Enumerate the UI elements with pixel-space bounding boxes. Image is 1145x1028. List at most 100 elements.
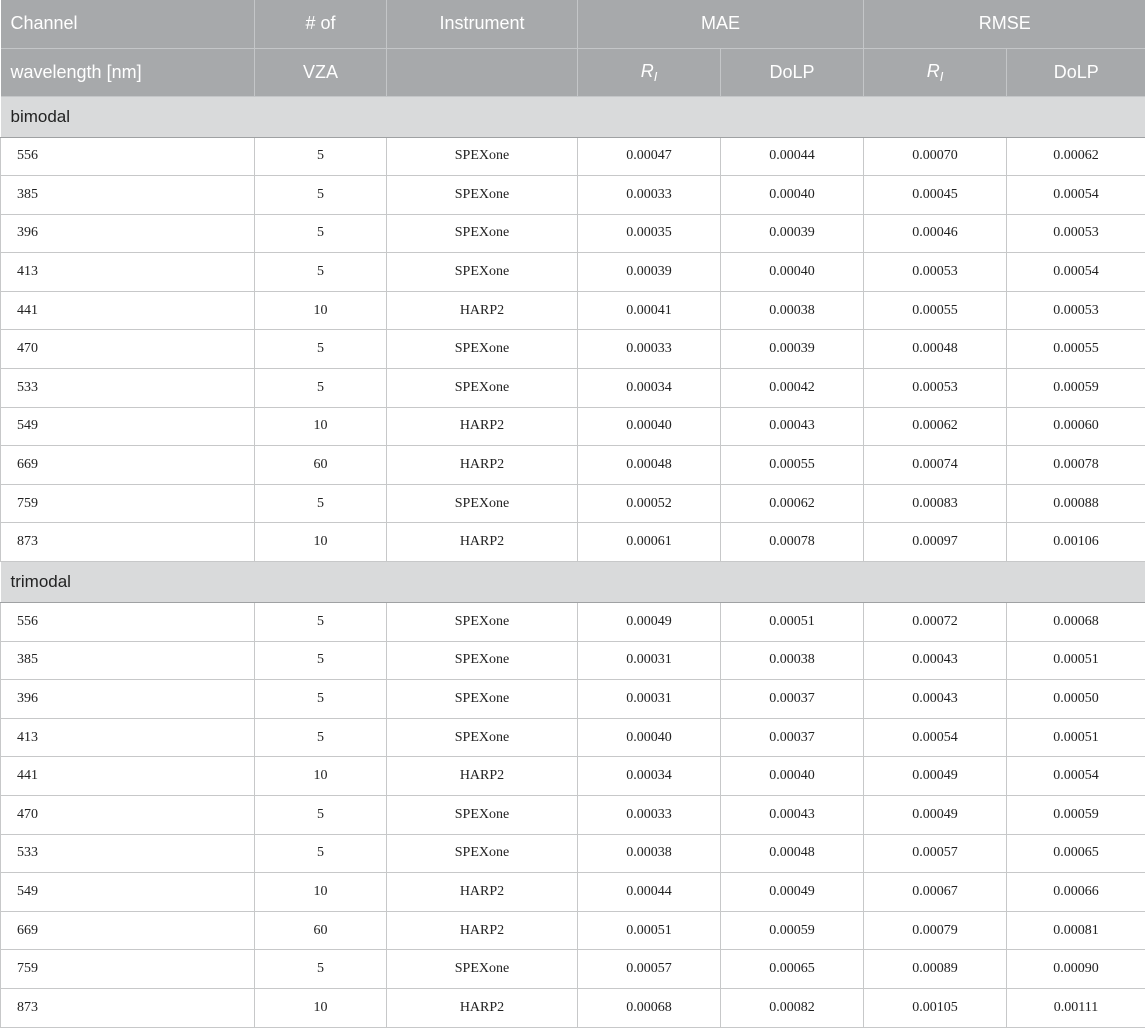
cell-wavelength: 873 (1, 988, 255, 1027)
cell-instrument: HARP2 (387, 291, 578, 330)
cell-wavelength: 556 (1, 603, 255, 642)
cell-instrument: SPEXone (387, 718, 578, 757)
cell-rmse-ri: 0.00089 (864, 950, 1007, 989)
cell-instrument: SPEXone (387, 330, 578, 369)
cell-vza: 5 (255, 950, 387, 989)
cell-wavelength: 396 (1, 680, 255, 719)
cell-mae-ri: 0.00057 (578, 950, 721, 989)
cell-mae-dolp: 0.00040 (721, 253, 864, 292)
cell-rmse-dolp: 0.00059 (1007, 369, 1145, 408)
cell-rmse-ri: 0.00049 (864, 757, 1007, 796)
cell-rmse-ri: 0.00072 (864, 603, 1007, 642)
cell-wavelength: 549 (1, 873, 255, 912)
cell-vza: 5 (255, 214, 387, 253)
cell-vza: 5 (255, 718, 387, 757)
cell-wavelength: 413 (1, 253, 255, 292)
cell-instrument: HARP2 (387, 757, 578, 796)
cell-mae-dolp: 0.00038 (721, 291, 864, 330)
cell-mae-dolp: 0.00048 (721, 834, 864, 873)
cell-vza: 10 (255, 407, 387, 446)
table-body: bimodal5565SPEXone0.000470.000440.000700… (1, 96, 1145, 1027)
cell-rmse-dolp: 0.00068 (1007, 603, 1145, 642)
header-mae-dolp: DoLP (721, 48, 864, 96)
cell-wavelength: 441 (1, 291, 255, 330)
cell-rmse-ri: 0.00054 (864, 718, 1007, 757)
cell-mae-ri: 0.00033 (578, 330, 721, 369)
cell-wavelength: 759 (1, 950, 255, 989)
cell-rmse-dolp: 0.00054 (1007, 176, 1145, 215)
cell-mae-ri: 0.00068 (578, 988, 721, 1027)
cell-instrument: SPEXone (387, 950, 578, 989)
cell-mae-dolp: 0.00059 (721, 911, 864, 950)
cell-mae-dolp: 0.00062 (721, 484, 864, 523)
table-row: 5565SPEXone0.000490.000510.000720.00068 (1, 603, 1145, 642)
table-row: 3965SPEXone0.000310.000370.000430.00050 (1, 680, 1145, 719)
header-instrument: Instrument (387, 0, 578, 48)
cell-instrument: SPEXone (387, 176, 578, 215)
cell-mae-dolp: 0.00082 (721, 988, 864, 1027)
cell-instrument: SPEXone (387, 603, 578, 642)
table-row: 4135SPEXone0.000400.000370.000540.00051 (1, 718, 1145, 757)
cell-rmse-dolp: 0.00053 (1007, 214, 1145, 253)
cell-mae-dolp: 0.00078 (721, 523, 864, 562)
cell-mae-ri: 0.00061 (578, 523, 721, 562)
cell-mae-dolp: 0.00049 (721, 873, 864, 912)
group-label: bimodal (1, 96, 1145, 137)
cell-mae-ri: 0.00039 (578, 253, 721, 292)
cell-wavelength: 470 (1, 796, 255, 835)
cell-vza: 5 (255, 641, 387, 680)
table-row: 54910HARP20.000440.000490.000670.00066 (1, 873, 1145, 912)
cell-wavelength: 533 (1, 369, 255, 408)
cell-mae-dolp: 0.00037 (721, 718, 864, 757)
cell-mae-ri: 0.00034 (578, 757, 721, 796)
cell-vza: 5 (255, 253, 387, 292)
cell-instrument: SPEXone (387, 680, 578, 719)
ri-subscript: I (940, 69, 944, 84)
cell-rmse-ri: 0.00074 (864, 446, 1007, 485)
cell-mae-dolp: 0.00042 (721, 369, 864, 408)
table-row: 3855SPEXone0.000310.000380.000430.00051 (1, 641, 1145, 680)
cell-vza: 5 (255, 369, 387, 408)
table-row: 87310HARP20.000680.000820.001050.00111 (1, 988, 1145, 1027)
cell-rmse-dolp: 0.00055 (1007, 330, 1145, 369)
cell-rmse-ri: 0.00048 (864, 330, 1007, 369)
cell-vza: 5 (255, 137, 387, 176)
cell-rmse-dolp: 0.00062 (1007, 137, 1145, 176)
cell-rmse-ri: 0.00067 (864, 873, 1007, 912)
cell-instrument: SPEXone (387, 796, 578, 835)
cell-wavelength: 470 (1, 330, 255, 369)
cell-rmse-dolp: 0.00081 (1007, 911, 1145, 950)
cell-rmse-dolp: 0.00090 (1007, 950, 1145, 989)
table-row: 66960HARP20.000480.000550.000740.00078 (1, 446, 1145, 485)
header-rmse: RMSE (864, 0, 1145, 48)
cell-vza: 5 (255, 796, 387, 835)
table-row: 44110HARP20.000410.000380.000550.00053 (1, 291, 1145, 330)
cell-wavelength: 556 (1, 137, 255, 176)
group-row: bimodal (1, 96, 1145, 137)
group-row: trimodal (1, 562, 1145, 603)
ri-symbol: R (927, 61, 940, 81)
cell-mae-dolp: 0.00043 (721, 796, 864, 835)
cell-mae-ri: 0.00034 (578, 369, 721, 408)
cell-rmse-ri: 0.00105 (864, 988, 1007, 1027)
cell-rmse-ri: 0.00049 (864, 796, 1007, 835)
cell-wavelength: 441 (1, 757, 255, 796)
cell-instrument: HARP2 (387, 911, 578, 950)
cell-rmse-ri: 0.00070 (864, 137, 1007, 176)
cell-mae-ri: 0.00033 (578, 796, 721, 835)
cell-vza: 10 (255, 988, 387, 1027)
cell-mae-ri: 0.00035 (578, 214, 721, 253)
cell-mae-ri: 0.00038 (578, 834, 721, 873)
cell-instrument: SPEXone (387, 137, 578, 176)
cell-rmse-dolp: 0.00051 (1007, 641, 1145, 680)
table-row: 4135SPEXone0.000390.000400.000530.00054 (1, 253, 1145, 292)
cell-instrument: HARP2 (387, 407, 578, 446)
cell-vza: 10 (255, 291, 387, 330)
cell-mae-ri: 0.00044 (578, 873, 721, 912)
cell-rmse-dolp: 0.00060 (1007, 407, 1145, 446)
cell-vza: 60 (255, 446, 387, 485)
cell-vza: 60 (255, 911, 387, 950)
cell-rmse-ri: 0.00062 (864, 407, 1007, 446)
table-row: 7595SPEXone0.000520.000620.000830.00088 (1, 484, 1145, 523)
cell-mae-dolp: 0.00040 (721, 176, 864, 215)
